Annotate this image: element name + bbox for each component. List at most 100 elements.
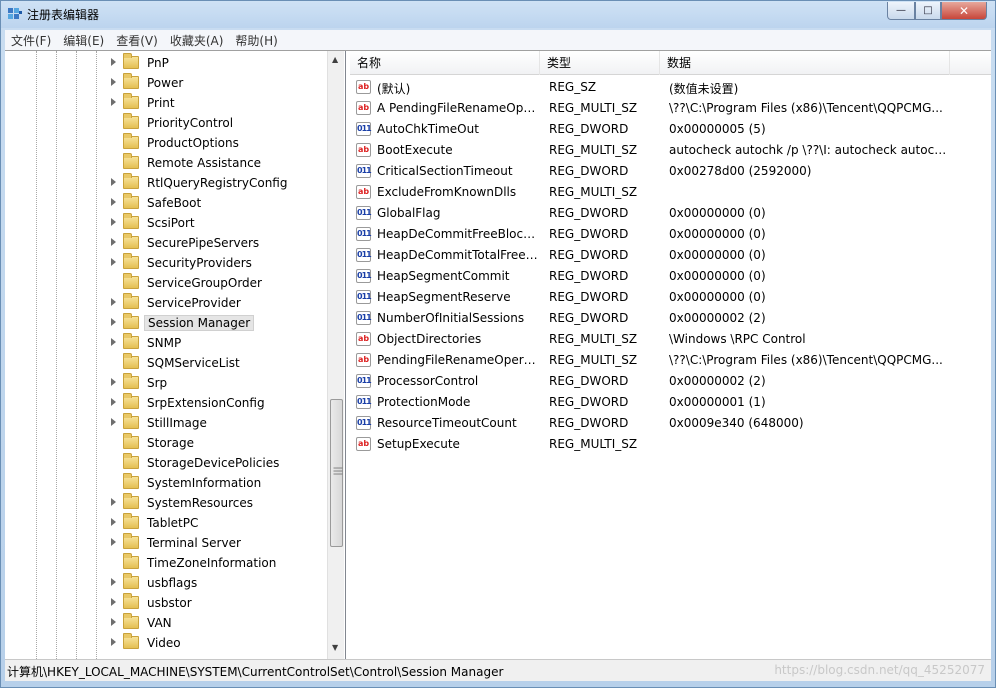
expand-arrow-icon[interactable] xyxy=(111,298,116,306)
expand-arrow-icon[interactable] xyxy=(111,238,116,246)
scroll-down-arrow-icon[interactable]: ▼ xyxy=(332,643,338,652)
value-row[interactable]: ab ExcludeFromKnownDlls REG_MULTI_SZ xyxy=(350,182,991,203)
value-row[interactable]: 011 ResourceTimeoutCount REG_DWORD 0x0009e3… xyxy=(350,413,991,434)
tree-node[interactable]: Storage xyxy=(5,433,327,453)
value-row[interactable]: ab (默认) REG_SZ (数值未设置) xyxy=(350,77,991,98)
menu-file[interactable]: 文件(F) xyxy=(5,32,57,49)
column-name-header[interactable]: 名称 xyxy=(350,51,540,75)
minimize-button[interactable]: — xyxy=(887,2,915,20)
tree-node[interactable]: usbstor xyxy=(5,593,327,613)
value-row[interactable]: 011 ProtectionMode REG_DWORD 0x00000001 (1) xyxy=(350,392,991,413)
value-row[interactable]: 011 HeapSegmentCommit REG_DWORD 0x00000000 … xyxy=(350,266,991,287)
tree-node[interactable]: SystemInformation xyxy=(5,473,327,493)
tree-node[interactable]: ProductOptions xyxy=(5,133,327,153)
value-row[interactable]: 011 HeapSegmentReserve REG_DWORD 0x00000000… xyxy=(350,287,991,308)
menu-edit[interactable]: 编辑(E) xyxy=(57,32,110,49)
expand-arrow-icon[interactable] xyxy=(111,218,116,226)
expand-arrow-icon[interactable] xyxy=(111,198,116,206)
tree-node-label: Storage xyxy=(147,436,194,450)
menu-favorites[interactable]: 收藏夹(A) xyxy=(164,32,230,49)
expand-arrow-icon[interactable] xyxy=(111,518,116,526)
tree-node[interactable]: StillImage xyxy=(5,413,327,433)
tree-node[interactable]: SecurityProviders xyxy=(5,253,327,273)
tree-node[interactable]: SQMServiceList xyxy=(5,353,327,373)
value-row[interactable]: ab SetupExecute REG_MULTI_SZ xyxy=(350,434,991,455)
expand-arrow-icon[interactable] xyxy=(111,598,116,606)
tree-node[interactable]: PnP xyxy=(5,53,327,73)
expand-arrow-icon[interactable] xyxy=(111,638,116,646)
value-name: GlobalFlag xyxy=(377,206,441,220)
column-type-header[interactable]: 类型 xyxy=(540,51,660,75)
value-row[interactable]: ab PendingFileRenameOperat... REG_MULTI_SZ… xyxy=(350,350,991,371)
value-row[interactable]: 011 HeapDeCommitTotalFreeT... REG_DWORD 0x0… xyxy=(350,245,991,266)
expand-arrow-icon[interactable] xyxy=(111,498,116,506)
string-value-icon: ab xyxy=(356,437,371,451)
value-row[interactable]: 011 CriticalSectionTimeout REG_DWORD 0x0027… xyxy=(350,161,991,182)
value-row[interactable]: ab A PendingFileRenameOper... REG_MULTI_SZ… xyxy=(350,98,991,119)
tree-node[interactable]: RtlQueryRegistryConfig xyxy=(5,173,327,193)
value-row[interactable]: 011 NumberOfInitialSessions REG_DWORD 0x000… xyxy=(350,308,991,329)
tree-node[interactable]: SystemResources xyxy=(5,493,327,513)
value-type: REG_DWORD xyxy=(549,311,629,325)
tree-node[interactable]: Power xyxy=(5,73,327,93)
tree-node[interactable]: Session Manager xyxy=(5,313,327,333)
expand-arrow-icon[interactable] xyxy=(111,378,116,386)
expand-arrow-icon[interactable] xyxy=(111,78,116,86)
tree-node[interactable]: PriorityControl xyxy=(5,113,327,133)
tree-node[interactable]: StorageDevicePolicies xyxy=(5,453,327,473)
menu-help[interactable]: 帮助(H) xyxy=(229,32,283,49)
tree-node-label: ScsiPort xyxy=(147,216,195,230)
maximize-button[interactable]: □ xyxy=(915,2,941,20)
expand-arrow-icon[interactable] xyxy=(111,578,116,586)
tree-scrollbar[interactable]: ▲ ||| ▼ xyxy=(327,51,344,659)
value-row[interactable]: 011 GlobalFlag REG_DWORD 0x00000000 (0) xyxy=(350,203,991,224)
tree-node[interactable]: SNMP xyxy=(5,333,327,353)
watermark: https://blog.csdn.net/qq_45252077 xyxy=(774,663,985,677)
tree-node-label: Remote Assistance xyxy=(147,156,262,170)
tree-node[interactable]: Video xyxy=(5,633,327,653)
tree-node[interactable]: Remote Assistance xyxy=(5,153,327,173)
tree-node[interactable]: ServiceProvider xyxy=(5,293,327,313)
tree-node[interactable]: TimeZoneInformation xyxy=(5,553,327,573)
tree-node[interactable]: VAN xyxy=(5,613,327,633)
title-bar[interactable]: 注册表编辑器 — □ ✕ xyxy=(1,1,995,28)
tree-node[interactable]: SafeBoot xyxy=(5,193,327,213)
tree-node[interactable]: Srp xyxy=(5,373,327,393)
value-name: A PendingFileRenameOper... xyxy=(377,101,541,115)
expand-arrow-icon[interactable] xyxy=(111,58,116,66)
binary-value-icon: 011 xyxy=(356,290,372,304)
tree-node[interactable]: ScsiPort xyxy=(5,213,327,233)
value-row[interactable]: ab ObjectDirectories REG_MULTI_SZ \Windows … xyxy=(350,329,991,350)
values-list-pane: 名称 类型 数据 ab (默认) REG_SZ (数值未设置) ab A PendingF… xyxy=(350,51,991,659)
close-button[interactable]: ✕ xyxy=(941,2,987,20)
expand-arrow-icon[interactable] xyxy=(111,418,116,426)
tree-node-label: VAN xyxy=(147,616,172,630)
expand-arrow-icon[interactable] xyxy=(111,398,116,406)
expand-arrow-icon[interactable] xyxy=(111,258,116,266)
expand-arrow-icon[interactable] xyxy=(111,338,116,346)
value-row[interactable]: ab BootExecute REG_MULTI_SZ autocheck autoc… xyxy=(350,140,991,161)
tree-node[interactable]: SrpExtensionConfig xyxy=(5,393,327,413)
scroll-up-arrow-icon[interactable]: ▲ xyxy=(332,55,338,64)
value-row[interactable]: 011 ProcessorControl REG_DWORD 0x00000002 (… xyxy=(350,371,991,392)
value-row[interactable]: 011 AutoChkTimeOut REG_DWORD 0x00000005 (5) xyxy=(350,119,991,140)
tree-node[interactable]: usbflags xyxy=(5,573,327,593)
tree-node[interactable]: SecurePipeServers xyxy=(5,233,327,253)
grip-icon: ||| xyxy=(332,466,343,476)
scrollbar-thumb[interactable]: ||| xyxy=(330,399,343,547)
tree-node[interactable]: Print xyxy=(5,93,327,113)
expand-arrow-icon[interactable] xyxy=(111,178,116,186)
tree-node[interactable]: ServiceGroupOrder xyxy=(5,273,327,293)
tree-node[interactable]: Terminal Server xyxy=(5,533,327,553)
folder-icon xyxy=(123,513,139,529)
expand-arrow-icon[interactable] xyxy=(111,318,116,326)
string-value-icon: ab xyxy=(356,101,371,115)
value-row[interactable]: 011 HeapDeCommitFreeBlock... REG_DWORD 0x00… xyxy=(350,224,991,245)
binary-value-icon: 011 xyxy=(356,206,372,220)
menu-view[interactable]: 查看(V) xyxy=(110,32,164,49)
expand-arrow-icon[interactable] xyxy=(111,98,116,106)
expand-arrow-icon[interactable] xyxy=(111,618,116,626)
column-data-header[interactable]: 数据 xyxy=(660,51,950,75)
expand-arrow-icon[interactable] xyxy=(111,538,116,546)
tree-node[interactable]: TabletPC xyxy=(5,513,327,533)
